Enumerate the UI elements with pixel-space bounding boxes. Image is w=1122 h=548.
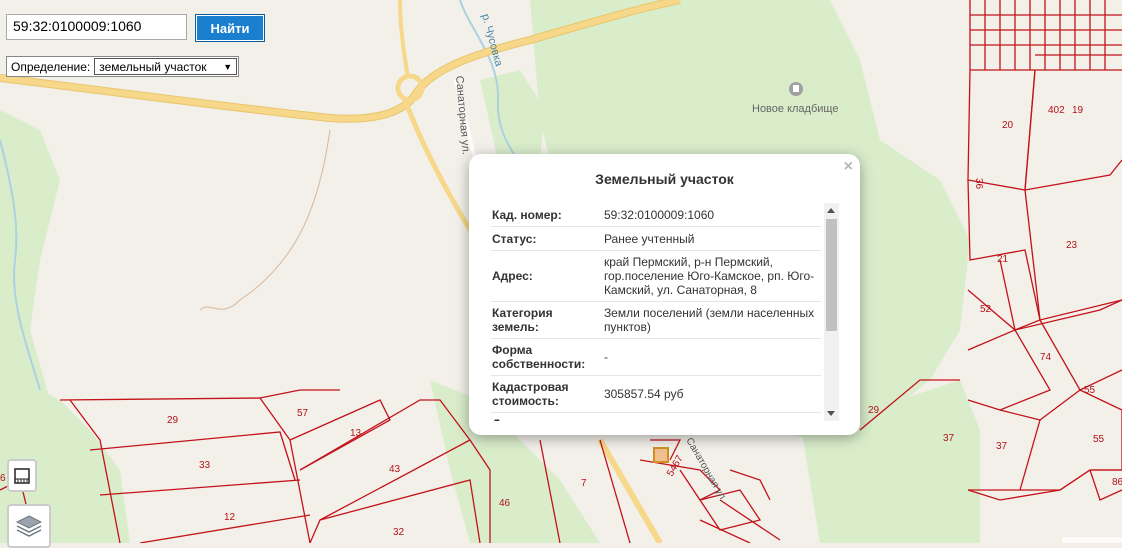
definition-selected-value: земельный участок <box>99 59 207 74</box>
table-row: Категория земель: Земли поселений (земли … <box>491 301 821 339</box>
parcel-number: 33 <box>199 460 211 471</box>
attribute-key: Кадастровая стоимость: <box>491 375 603 413</box>
popup-title: Земельный участок <box>595 171 734 187</box>
search-button[interactable]: Найти <box>195 14 265 42</box>
parcel-number: 55 <box>1093 434 1105 445</box>
parcel-number: 19 <box>1072 105 1084 116</box>
definition-control: Определение: земельный участок ▼ <box>6 56 239 77</box>
chevron-down-icon: ▼ <box>223 61 233 72</box>
attribute-value: край Пермский, р-н Пермский, гор.поселен… <box>602 250 821 302</box>
attribute-value: 305857.54 руб <box>602 375 821 413</box>
attribute-value: Ранее учтенный <box>602 226 821 251</box>
definition-select[interactable]: земельный участок ▼ <box>94 58 238 75</box>
parcel-number: 402 <box>1048 105 1065 116</box>
definition-label: Определение: <box>11 59 91 74</box>
parcel-number: 43 <box>389 464 401 475</box>
attribute-key: Адрес: <box>491 250 603 302</box>
attribute-value: - <box>602 338 821 376</box>
table-row: Форма собственности: - <box>491 338 821 376</box>
parcel-number: 55 <box>1084 385 1096 396</box>
attribute-key: Кад. номер: <box>491 203 603 227</box>
attribute-value: Земли поселений (земли населенных пункто… <box>602 301 821 339</box>
ruler-button[interactable] <box>7 459 37 492</box>
parcel-number: 36 <box>973 178 984 190</box>
table-row: Кад. номер: 59:32:0100009:1060 <box>491 203 821 227</box>
cemetery-label: Новое кладбище <box>752 103 838 115</box>
popup-scrollbar[interactable] <box>824 203 839 421</box>
ruler-icon <box>14 467 30 484</box>
attribute-key: Форма собственности: <box>491 338 603 376</box>
table-row: Кадастровая стоимость: 305857.54 руб <box>491 375 821 413</box>
parcel-number: 32 <box>393 527 405 538</box>
table-row: Статус: Ранее учтенный <box>491 226 821 251</box>
parcel-number: 20 <box>1002 120 1014 131</box>
attribution <box>1062 537 1122 543</box>
scroll-up-icon[interactable] <box>827 208 835 213</box>
parcel-number: 29 <box>868 405 880 416</box>
selected-parcel <box>653 447 669 463</box>
parcel-number: 74 <box>1040 352 1052 363</box>
attribute-value: 1186 кв.м <box>602 412 821 421</box>
attribute-key: Статус: <box>491 226 603 251</box>
parcel-number: 6 <box>0 473 6 484</box>
layers-icon <box>15 515 43 537</box>
parcel-number: 52 <box>980 304 992 315</box>
parcel-number: 57 <box>297 408 309 419</box>
parcel-number: 29 <box>167 415 179 426</box>
attribute-value: 59:32:0100009:1060 <box>602 203 821 227</box>
parcel-number: 23 <box>1066 240 1078 251</box>
attribute-key: Категория земель: <box>491 301 603 339</box>
parcel-number: 12 <box>224 512 236 523</box>
parcel-number: 7 <box>581 478 587 489</box>
parcel-number: 37 <box>996 441 1008 452</box>
parcel-number: 46 <box>499 498 511 509</box>
parcel-attributes-table: Кад. номер: 59:32:0100009:1060 Статус: Ране… <box>491 203 821 421</box>
parcel-info-popup: × Земельный участок Кад. номер: 59:32:010… <box>469 154 860 435</box>
parcel-number: 86 <box>1112 477 1122 488</box>
popup-content[interactable]: Кад. номер: 59:32:0100009:1060 Статус: Ране… <box>491 203 841 421</box>
parcel-number: 21 <box>997 254 1009 265</box>
search-input[interactable]: 59:32:0100009:1060 <box>6 14 187 40</box>
layers-button[interactable] <box>7 504 51 548</box>
table-row: Адрес: край Пермский, р-н Пермский, гор.п… <box>491 250 821 302</box>
parcel-number: 37 <box>943 433 955 444</box>
attribute-key: Декларированная площадь: <box>491 412 603 421</box>
scroll-thumb[interactable] <box>826 219 837 331</box>
scroll-down-icon[interactable] <box>827 411 835 416</box>
table-row: Декларированная площадь:1186 кв.м <box>491 412 821 421</box>
parcel-number: 13 <box>350 428 362 439</box>
